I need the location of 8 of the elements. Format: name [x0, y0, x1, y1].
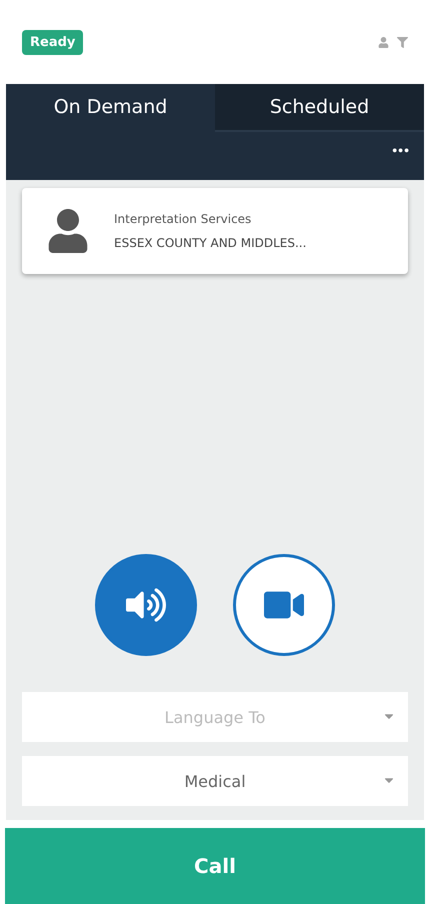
service-subtitle: ESSEX COUNTY AND MIDDLES... [114, 236, 306, 250]
dropdown[interactable]: Medical [22, 756, 408, 806]
person-icon [46, 209, 90, 253]
service-card[interactable]: Interpretation Services ESSEX COUNTY AND MIDDLES... [22, 188, 408, 274]
tab[interactable]: Scheduled [215, 84, 424, 132]
service-title: Interpretation Services [114, 212, 252, 226]
status-badge: Ready [22, 30, 84, 54]
more-button[interactable]: ••• [392, 142, 410, 158]
